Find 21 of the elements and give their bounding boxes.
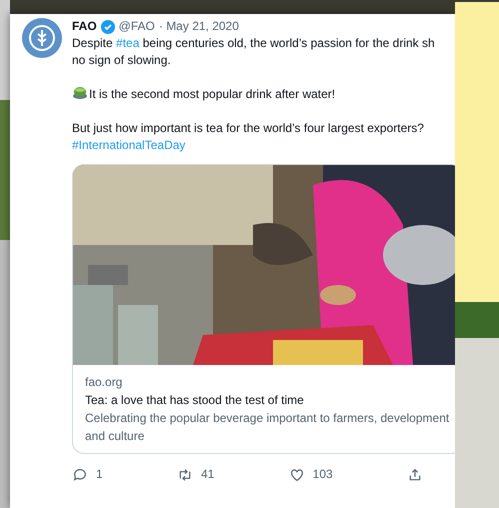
- link-preview[interactable]: fao.org Tea: a love that has stood the test of time Celebrating the popular beverage important to farmers, development and culture: [72, 164, 455, 454]
- action-count: 41: [200, 466, 214, 483]
- tweet-date[interactable]: · May 21, 2020: [158, 18, 239, 35]
- author-name[interactable]: FAO: [72, 18, 97, 35]
- share-icon[interactable]: [406, 466, 423, 482]
- tweet-text: Despite #tea being centuries old, the world’s passion for the drink sh: [72, 35, 436, 52]
- link-description: Celebrating the popular beverage important to farmers, development and culture: [85, 410, 450, 445]
- link-domain: fao.org: [85, 374, 124, 391]
- retweet-icon[interactable]: [176, 466, 193, 482]
- tweet-text: But just how important is tea for the world’s four largest exporters?: [72, 120, 425, 137]
- author-handle[interactable]: @FAO: [118, 18, 155, 35]
- wheat-emblem-icon: [28, 24, 56, 52]
- tweet-text: no sign of slowing.: [72, 52, 172, 69]
- link-title: Tea: a love that has stood the test of time: [85, 392, 305, 409]
- heart-icon[interactable]: [288, 466, 305, 482]
- action-count: 1: [96, 466, 103, 483]
- action-count: 103: [312, 466, 333, 483]
- avatar[interactable]: [22, 18, 62, 58]
- speech-bubble-icon[interactable]: [72, 466, 88, 482]
- tea-cup-icon: [72, 86, 88, 100]
- tweet-text: It is the second most popular drink after water!: [72, 86, 455, 103]
